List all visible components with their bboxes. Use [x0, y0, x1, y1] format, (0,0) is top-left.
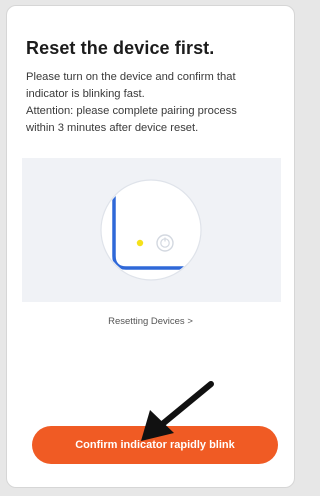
instructions-text: Please turn on the device and confirm th…: [26, 69, 276, 137]
confirm-indicator-button[interactable]: Confirm indicator rapidly blink: [32, 426, 278, 464]
instruction-line: Please turn on the device and confirm th…: [26, 71, 236, 83]
attention-line: within 3 minutes after device reset.: [26, 122, 199, 134]
device-reset-graphic: [100, 179, 202, 281]
instruction-line: indicator is blinking fast.: [26, 88, 145, 100]
indicator-led-icon: [136, 239, 144, 247]
device-magnifier-circle: [100, 179, 202, 281]
device-illustration: [22, 158, 281, 302]
resetting-devices-link[interactable]: Resetting Devices >: [0, 316, 301, 327]
attention-line: Attention: please complete pairing proce…: [26, 105, 237, 117]
page-title: Reset the device first.: [26, 38, 215, 58]
screen: Reset the device first. Please turn on t…: [0, 0, 301, 496]
